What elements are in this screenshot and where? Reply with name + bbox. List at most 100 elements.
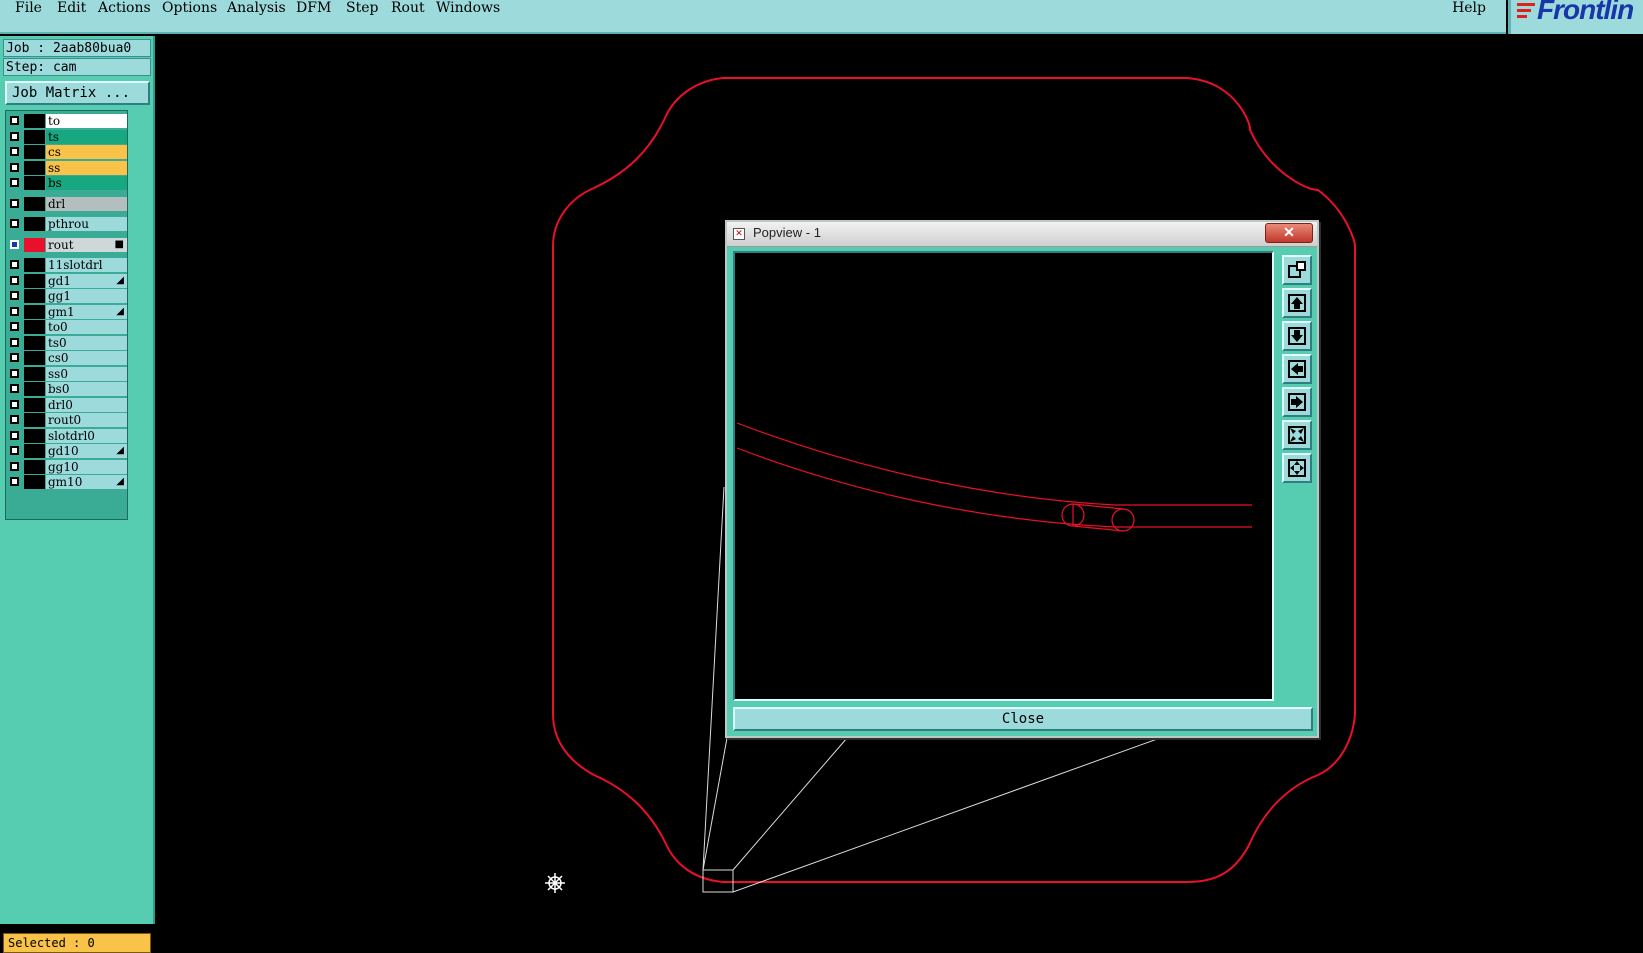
menu-options[interactable]: Options	[162, 0, 217, 16]
layer-color-swatch[interactable]	[24, 304, 45, 319]
layer-row-ss[interactable]: ss	[6, 160, 127, 176]
layer-checkbox[interactable]	[10, 260, 19, 269]
layer-row-11slotdrl[interactable]: 11slotdrl	[6, 258, 127, 273]
layer-row-rout0[interactable]: rout0	[6, 413, 127, 428]
layer-flag-icon: ◢	[116, 476, 124, 487]
layer-color-swatch[interactable]	[24, 413, 45, 427]
zoom-fit-button[interactable]	[1282, 420, 1312, 450]
layer-checkbox[interactable]	[10, 430, 19, 440]
layer-name: 11slotdrl	[46, 258, 127, 272]
layer-row-drl0[interactable]: drl0	[6, 397, 127, 413]
popview-canvas[interactable]	[733, 251, 1274, 701]
layer-color-swatch[interactable]	[24, 160, 45, 175]
layer-checkbox[interactable]	[10, 461, 19, 471]
layer-row-rout[interactable]: rout ■	[6, 237, 127, 253]
layer-color-swatch[interactable]	[24, 196, 45, 211]
job-matrix-button[interactable]: Job Matrix ...	[5, 81, 150, 105]
layer-row-ts[interactable]: ts	[6, 129, 127, 145]
layer-row-ts0[interactable]: ts0	[6, 335, 127, 351]
layer-color-swatch[interactable]	[24, 237, 45, 252]
layer-checkbox[interactable]	[10, 399, 19, 409]
menu-analysis[interactable]: Analysis	[227, 0, 286, 16]
layer-checkbox[interactable]	[10, 415, 19, 424]
menu-rout[interactable]: Rout	[391, 0, 425, 16]
layer-color-swatch[interactable]	[24, 258, 45, 272]
layer-row-slotdrl0[interactable]: slotdrl0	[6, 428, 127, 444]
layer-row-drl[interactable]: drl	[6, 196, 127, 212]
layer-checkbox[interactable]	[10, 353, 19, 362]
layer-color-swatch[interactable]	[24, 428, 45, 443]
layer-checkbox[interactable]	[10, 337, 19, 347]
menu-dfm[interactable]: DFM	[296, 0, 331, 16]
layer-row-gg1[interactable]: gg1	[6, 289, 127, 304]
layer-checkbox[interactable]	[10, 178, 19, 187]
layer-color-swatch[interactable]	[24, 335, 45, 350]
layer-row-to[interactable]: to	[6, 114, 127, 129]
layer-row-gm1[interactable]: gm1 ◢	[6, 304, 127, 320]
menu-file[interactable]: File	[15, 0, 42, 16]
layer-row-cs[interactable]: cs	[6, 145, 127, 160]
layer-checkbox[interactable]	[10, 219, 19, 228]
layer-row-ss0[interactable]: ss0	[6, 366, 127, 382]
popview-close-button[interactable]: Close	[733, 707, 1313, 731]
selected-count: Selected : 0	[3, 933, 151, 953]
layer-color-swatch[interactable]	[24, 366, 45, 381]
layer-color-swatch[interactable]	[24, 444, 45, 458]
layer-color-swatch[interactable]	[24, 475, 45, 489]
menu-help[interactable]: Help	[1452, 0, 1486, 16]
layer-checkbox[interactable]	[10, 162, 19, 172]
layer-list: to ts cs ss bs drl pthrou rout ■ 11slotdrl gd1 ◢ gg1…	[5, 110, 128, 520]
layer-checkbox[interactable]	[10, 322, 19, 331]
layer-row-to0[interactable]: to0	[6, 320, 127, 335]
layer-checkbox[interactable]	[10, 147, 19, 156]
layer-color-swatch[interactable]	[24, 289, 45, 303]
layer-color-swatch[interactable]	[24, 114, 45, 128]
pan-down-button[interactable]	[1282, 321, 1312, 351]
layer-checkbox[interactable]	[10, 477, 19, 486]
layer-color-swatch[interactable]	[24, 351, 45, 365]
layer-color-swatch[interactable]	[24, 397, 45, 412]
layer-checkbox[interactable]	[10, 368, 19, 378]
layer-row-bs0[interactable]: bs0	[6, 382, 127, 397]
menu-step[interactable]: Step	[346, 0, 378, 16]
layer-row-gd1[interactable]: gd1 ◢	[6, 273, 127, 289]
layer-name: cs	[46, 145, 127, 159]
popview-titlebar[interactable]: ✕ Popview - 1 ✕	[727, 222, 1317, 247]
pan-left-button[interactable]	[1282, 354, 1312, 384]
zoom-window-button[interactable]	[1282, 255, 1312, 285]
layer-color-swatch[interactable]	[24, 217, 45, 231]
layer-color-swatch[interactable]	[24, 145, 45, 159]
menu-edit[interactable]: Edit	[57, 0, 86, 16]
layer-color-swatch[interactable]	[24, 382, 45, 396]
layer-color-swatch[interactable]	[24, 459, 45, 474]
window-close-button[interactable]: ✕	[1265, 223, 1313, 243]
layer-checkbox[interactable]	[10, 275, 19, 285]
layer-color-swatch[interactable]	[24, 176, 45, 190]
layer-row-gd10[interactable]: gd10 ◢	[6, 444, 127, 459]
layer-checkbox[interactable]	[10, 306, 19, 316]
layer-row-bs[interactable]: bs	[6, 176, 127, 191]
layer-row-pthrou[interactable]: pthrou	[6, 217, 127, 232]
layer-flag-icon: ◢	[116, 274, 124, 286]
menu-windows[interactable]: Windows	[436, 0, 500, 16]
menu-actions[interactable]: Actions	[98, 0, 151, 16]
layer-flag-icon: ◢	[116, 305, 124, 317]
pan-right-button[interactable]	[1282, 387, 1312, 417]
zoom-home-button[interactable]	[1282, 453, 1312, 483]
layer-checkbox[interactable]	[10, 239, 19, 249]
layer-color-swatch[interactable]	[24, 273, 45, 288]
pan-down-icon	[1288, 327, 1306, 345]
layer-checkbox[interactable]	[10, 198, 19, 208]
layer-checkbox[interactable]	[10, 131, 19, 141]
layer-checkbox[interactable]	[10, 384, 19, 393]
layer-color-swatch[interactable]	[24, 320, 45, 334]
layer-checkbox[interactable]	[10, 446, 19, 455]
layer-row-gg10[interactable]: gg10	[6, 459, 127, 475]
layer-checkbox[interactable]	[10, 116, 19, 125]
pan-up-button[interactable]	[1282, 288, 1312, 318]
layer-checkbox[interactable]	[10, 291, 19, 300]
layer-color-swatch[interactable]	[24, 129, 45, 144]
layer-name: rout0	[46, 413, 127, 427]
layer-row-gm10[interactable]: gm10 ◢	[6, 475, 127, 490]
layer-row-cs0[interactable]: cs0	[6, 351, 127, 366]
